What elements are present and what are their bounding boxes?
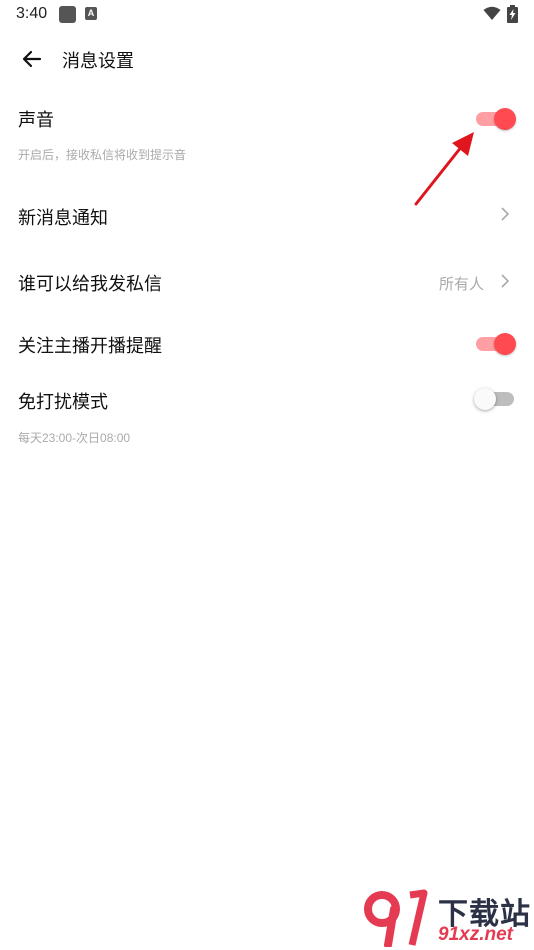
sound-description: 开启后，接收私信将收到提示音: [18, 148, 187, 162]
chevron-right-icon: [501, 207, 510, 221]
who-can-message-label: 谁可以给我发私信: [18, 274, 162, 294]
do-not-disturb-toggle-thumb: [474, 388, 496, 410]
sound-label: 声音: [18, 110, 54, 130]
annotation-arrow-icon: [414, 132, 474, 206]
watermark: 下载站 91xz.net: [362, 887, 532, 947]
status-bar: 3:40 A: [0, 0, 534, 28]
follow-live-remind-row: 关注主播开播提醒: [0, 322, 534, 366]
do-not-disturb-description: 每天23:00-次日08:00: [18, 431, 131, 445]
sound-toggle-thumb: [494, 108, 516, 130]
sound-toggle[interactable]: [474, 106, 516, 130]
notification-a-icon: A: [85, 7, 97, 20]
watermark-logo-icon: [364, 889, 428, 947]
app-bar: 消息设置: [0, 34, 534, 82]
who-can-message-row[interactable]: 谁可以给我发私信 所有人: [0, 256, 534, 308]
do-not-disturb-toggle[interactable]: [474, 386, 516, 410]
follow-live-remind-toggle-thumb: [494, 333, 516, 355]
page-title: 消息设置: [62, 51, 134, 71]
chevron-right-icon: [501, 274, 510, 288]
follow-live-remind-toggle[interactable]: [474, 331, 516, 355]
status-time: 3:40: [16, 5, 48, 22]
who-can-message-value: 所有人: [438, 276, 484, 293]
back-arrow-icon[interactable]: [20, 47, 44, 71]
notification-square-icon: [59, 6, 76, 23]
follow-live-remind-label: 关注主播开播提醒: [18, 336, 162, 356]
watermark-url: 91xz.net: [438, 924, 513, 945]
battery-charging-icon: [507, 5, 518, 23]
wifi-icon: [483, 6, 501, 20]
new-message-notify-label: 新消息通知: [18, 208, 108, 228]
do-not-disturb-label: 免打扰模式: [18, 392, 108, 412]
do-not-disturb-row: 免打扰模式 每天23:00-次日08:00: [0, 378, 534, 448]
